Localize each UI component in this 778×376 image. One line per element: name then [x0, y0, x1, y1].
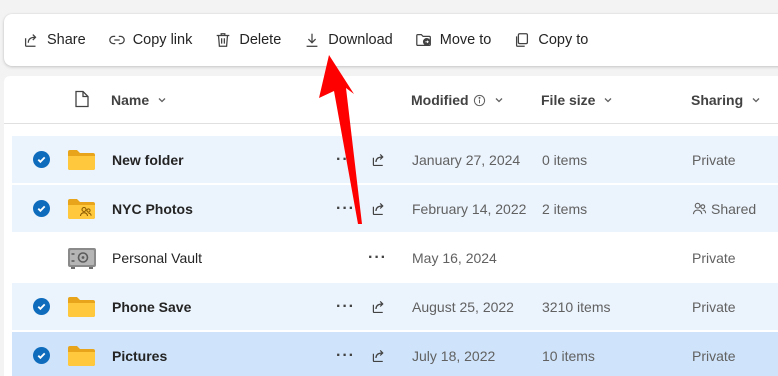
share-item-button[interactable]	[370, 136, 387, 183]
chevron-down-icon	[495, 98, 503, 103]
share-button[interactable]: Share	[18, 24, 90, 56]
link-icon	[108, 35, 125, 45]
share-label: Share	[47, 32, 86, 48]
modified-date: July 18, 2022	[412, 347, 496, 364]
delete-label: Delete	[239, 32, 282, 48]
item-name[interactable]: Pictures	[112, 332, 167, 376]
vault-icon	[67, 234, 97, 281]
item-name[interactable]: Personal Vault	[112, 234, 202, 281]
copy-link-button[interactable]: Copy link	[104, 24, 197, 56]
copy-icon	[516, 33, 529, 47]
file-type-header[interactable]	[74, 90, 90, 108]
share-icon	[372, 202, 384, 216]
row-checkbox[interactable]	[33, 185, 50, 232]
share-icon	[372, 349, 384, 363]
modified-date: January 27, 2024	[412, 151, 521, 168]
sharing-status: Private	[692, 298, 736, 315]
row-checkbox[interactable]	[33, 283, 50, 330]
sharing-column-header[interactable]: Sharing	[691, 92, 761, 108]
share-item-button[interactable]	[370, 185, 387, 232]
sharing-status: Private	[692, 249, 736, 266]
move-to-button[interactable]: Move to	[411, 24, 496, 56]
people-icon	[692, 202, 707, 215]
modified-date: May 16, 2024	[412, 249, 497, 266]
copy-link-label: Copy link	[132, 32, 193, 48]
name-column-label: Name	[111, 92, 150, 108]
folder-icon	[67, 332, 96, 376]
chevron-down-icon	[158, 98, 166, 103]
trash-icon	[217, 33, 230, 47]
checkmark-icon	[33, 151, 50, 168]
modified-column-label: Modified	[411, 92, 469, 108]
sharing-status: Shared	[692, 185, 756, 232]
share-item-button[interactable]	[370, 332, 387, 376]
file-size-column-header[interactable]: File size	[541, 92, 613, 108]
sharing-column-label: Sharing	[691, 92, 744, 108]
table-row[interactable]: New folder ··· January 27, 2024 0 items …	[12, 136, 778, 183]
folder-icon	[67, 136, 96, 183]
copy-to-button[interactable]: Copy to	[509, 24, 592, 56]
delete-button[interactable]: Delete	[210, 24, 285, 56]
file-size-column-label: File size	[541, 92, 596, 108]
list-header: Name Modified File size Sharing	[4, 76, 778, 124]
more-options-button[interactable]: ···	[336, 332, 355, 376]
item-name[interactable]: Phone Save	[112, 283, 191, 330]
file-size: 3210 items	[542, 298, 611, 315]
table-row[interactable]: Phone Save ··· August 25, 2022 3210 item…	[12, 283, 778, 330]
copy-to-label: Copy to	[538, 32, 589, 48]
more-options-button[interactable]: ···	[336, 185, 355, 232]
share-item-button[interactable]	[370, 283, 387, 330]
more-options-button[interactable]: ···	[368, 234, 387, 281]
move-folder-icon	[415, 33, 431, 47]
file-icon	[75, 90, 89, 108]
modified-date: August 25, 2022	[412, 298, 514, 315]
command-bar: Share Copy link Delete Download Move to …	[4, 14, 778, 66]
info-icon	[473, 94, 485, 106]
more-options-button[interactable]: ···	[336, 283, 355, 330]
checkmark-icon	[33, 200, 50, 217]
modified-column-header[interactable]: Modified	[411, 92, 504, 108]
chevron-down-icon	[752, 98, 760, 103]
chevron-down-icon	[605, 98, 612, 103]
shared-folder-icon	[67, 185, 96, 232]
table-row[interactable]: Personal Vault ··· May 16, 2024 Private	[12, 234, 778, 281]
sharing-status: Private	[692, 151, 736, 168]
share-icon	[372, 300, 384, 314]
more-options-button[interactable]: ···	[336, 136, 355, 183]
row-checkbox[interactable]	[33, 332, 50, 376]
table-row[interactable]: Pictures ··· July 18, 2022 10 items Priv…	[12, 332, 778, 376]
item-name[interactable]: NYC Photos	[112, 185, 193, 232]
modified-date: February 14, 2022	[412, 200, 527, 217]
sharing-status: Private	[692, 347, 736, 364]
table-row[interactable]: NYC Photos ··· February 14, 2022 2 items…	[12, 185, 778, 232]
checkmark-icon	[33, 347, 50, 364]
file-size: 0 items	[542, 151, 588, 168]
share-icon	[24, 34, 37, 47]
file-size: 2 items	[542, 200, 588, 217]
item-name[interactable]: New folder	[112, 136, 184, 183]
download-label: Download	[328, 32, 393, 48]
row-checkbox[interactable]	[33, 136, 50, 183]
file-size: 10 items	[542, 347, 595, 364]
share-icon	[372, 153, 384, 167]
download-icon	[306, 33, 318, 47]
checkmark-icon	[33, 298, 50, 315]
name-column-header[interactable]: Name	[111, 92, 167, 108]
download-button[interactable]: Download	[299, 24, 397, 56]
folder-icon	[67, 283, 96, 330]
sharing-label: Shared	[711, 200, 757, 217]
move-to-label: Move to	[439, 32, 492, 48]
file-list: Name Modified File size Sharing New fold…	[4, 76, 778, 376]
